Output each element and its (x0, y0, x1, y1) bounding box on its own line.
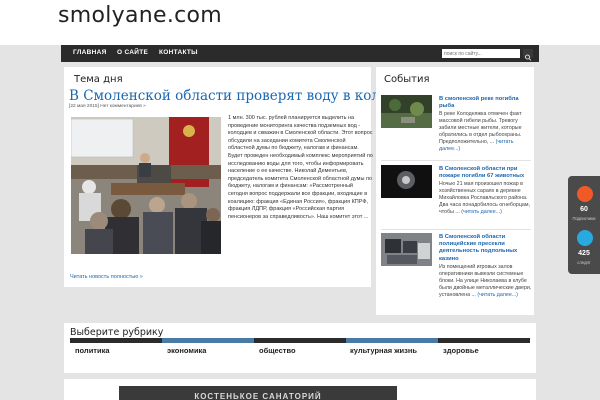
bottom-panel: КОСТЕНЬКОЕ САНАТОРИЙ (64, 379, 536, 400)
rubric-politics[interactable]: политика (75, 346, 110, 355)
event-thumb-2[interactable] (381, 165, 432, 198)
ad-banner[interactable]: КОСТЕНЬКОЕ САНАТОРИЙ (119, 386, 397, 400)
rubric-culture[interactable]: культурная жизнь (350, 346, 417, 355)
event-divider (381, 160, 531, 161)
event-more-link-3[interactable]: (читать далее...) (477, 292, 518, 298)
rubric-health[interactable]: здоровье (443, 346, 479, 355)
site-logo[interactable]: smolyane.com (58, 3, 222, 28)
featured-read-more-link[interactable]: Читать новость полностью » (70, 274, 143, 280)
feed-label: Подписчики (572, 216, 596, 221)
events-section-title: События (384, 74, 430, 85)
nav-item-home[interactable]: ГЛАВНАЯ (73, 49, 107, 56)
rubric-bar (70, 338, 162, 343)
rubrics-panel: Выберите рубрику политика экономика обще… (64, 323, 536, 373)
search-icon (525, 54, 532, 61)
event-title-2[interactable]: В Смоленской области при пожаре погибли … (439, 166, 531, 180)
featured-excerpt: 1 млн. 300 тыс. рублей планируется выдел… (228, 115, 373, 220)
rubric-society[interactable]: общество (259, 346, 296, 355)
feed-icon[interactable] (577, 186, 593, 202)
rubric-bar (254, 338, 346, 343)
rubric-bar (438, 338, 530, 343)
rubric-bar (162, 338, 254, 343)
feed-count: 60 (580, 206, 588, 213)
event-text-2: Ночью 21 мая произошел пожар в хозяйстве… (439, 181, 532, 216)
event-title-1[interactable]: В смоленской реке погибла рыба (439, 96, 531, 110)
event-text-1: В реке Колодняжка отмечен факт массовой … (439, 111, 532, 153)
twitter-icon[interactable] (577, 230, 593, 246)
event-thumb-1[interactable] (381, 95, 432, 128)
featured-headline[interactable]: В Смоленской области проверят воду в кол… (69, 88, 421, 104)
event-title-3[interactable]: В Смоленской области полицейские пресекл… (439, 234, 531, 263)
nav-item-about[interactable]: О САЙТЕ (117, 49, 148, 56)
rubric-bar (346, 338, 438, 343)
featured-panel: Тема дня В Смоленской области проверят в… (64, 67, 421, 287)
rubric-economy[interactable]: экономика (167, 346, 206, 355)
featured-section-title: Тема дня (74, 74, 123, 85)
twitter-label: следят (577, 260, 591, 265)
rubrics-title: Выберите рубрику (70, 327, 164, 338)
featured-meta: [22 мая 2015] Нет комментариев » (69, 104, 146, 109)
nav-item-contacts[interactable]: КОНТАКТЫ (159, 49, 198, 56)
featured-photo[interactable] (71, 117, 221, 254)
search-input[interactable] (442, 49, 520, 58)
event-more-link-2[interactable]: (читать далее...) (461, 209, 502, 215)
event-thumb-3[interactable] (381, 233, 432, 266)
event-divider (381, 229, 531, 230)
site-header: smolyane.com (0, 0, 600, 45)
twitter-count: 425 (578, 250, 590, 257)
event-text-3: Из помещений игровых залов оперативники … (439, 264, 532, 299)
search-button[interactable] (523, 49, 533, 61)
events-panel: События В смоленской реке погибла рыба В… (376, 67, 534, 315)
social-widget: 60 Подписчики 425 следят (568, 176, 600, 274)
